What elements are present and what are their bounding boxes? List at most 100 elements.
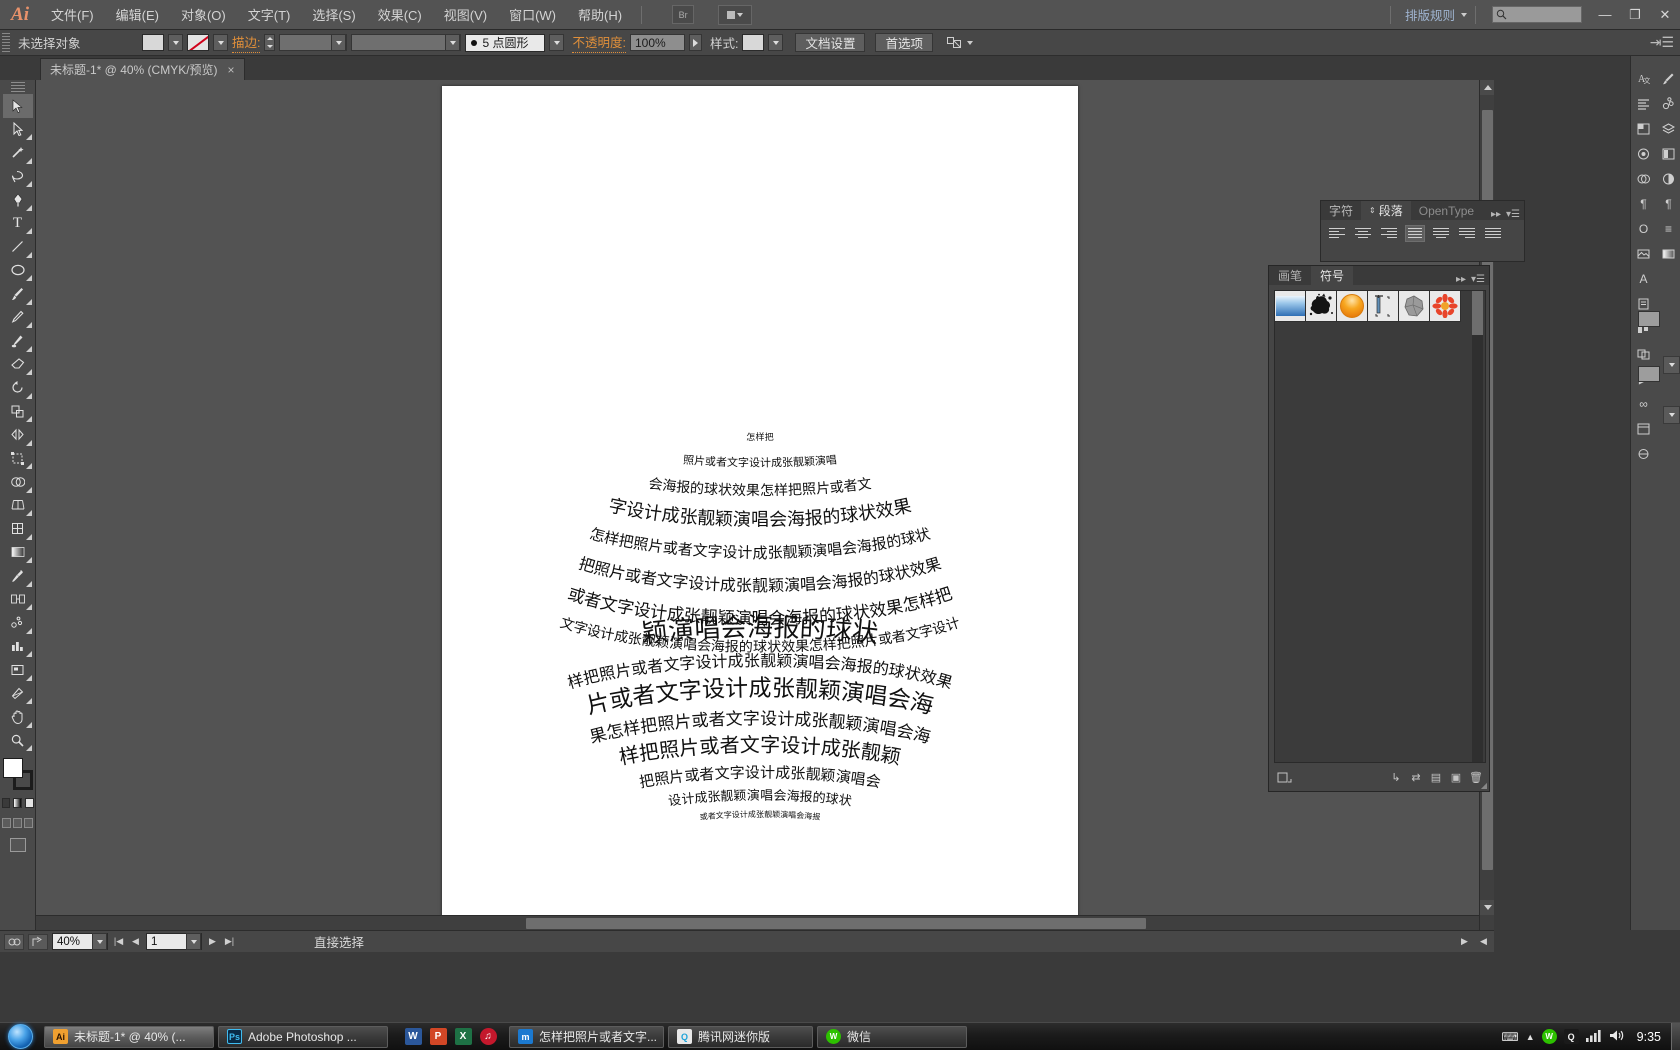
transparency-panel-icon[interactable]	[1631, 166, 1656, 191]
symbols-panel-scrollbar[interactable]	[1472, 291, 1483, 762]
color-panel-icon[interactable]	[1656, 141, 1680, 166]
stroke-swatch[interactable]	[187, 34, 209, 51]
powerpoint-quick-launch[interactable]: P	[427, 1023, 449, 1050]
symbol-gray-rock[interactable]	[1399, 291, 1430, 322]
fill-swatch[interactable]	[142, 34, 164, 51]
pen-tool[interactable]	[3, 188, 33, 212]
align-left-button[interactable]	[1327, 225, 1347, 242]
horizontal-scroll-thumb[interactable]	[526, 918, 1146, 929]
document-tab[interactable]: 未标题-1* @ 40% (CMYK/预览) ×	[40, 58, 245, 80]
share-icon[interactable]	[28, 933, 48, 950]
dock-dropdown-b[interactable]	[1663, 406, 1680, 424]
control-bar-grip[interactable]	[2, 32, 10, 53]
show-hidden-icons-icon[interactable]: ▲	[1526, 1032, 1535, 1042]
document-setup-button[interactable]: 文档设置	[795, 33, 866, 52]
graphic-style-dropdown[interactable]	[768, 34, 784, 51]
close-button[interactable]: ✕	[1650, 0, 1680, 30]
system-clock[interactable]: 9:35	[1631, 1030, 1667, 1044]
brushes-panel-icon[interactable]	[1656, 66, 1680, 91]
network-signal-icon[interactable]	[1585, 1029, 1602, 1045]
pathfinder-panel-icon[interactable]	[1631, 341, 1656, 366]
draw-inside-button[interactable]	[24, 818, 34, 828]
align-right-button[interactable]	[1379, 225, 1399, 242]
show-desktop-button[interactable]	[1671, 1022, 1680, 1050]
links-panel-icon[interactable]	[1631, 241, 1656, 266]
kugou-quick-launch[interactable]: ♫	[477, 1023, 499, 1050]
symbols-panel[interactable]: 画笔 符号 ▸▸ ▾☰ ↳ ⇄ ▤ ▣ 🗑 ◢	[1268, 265, 1490, 792]
transform-flyout[interactable]	[946, 36, 973, 49]
type-tool[interactable]: T	[3, 212, 33, 236]
symbol-libraries-menu-icon[interactable]	[1274, 768, 1294, 786]
artboard-number-combo[interactable]: 1	[146, 933, 202, 950]
links-icon[interactable]: ∞	[1631, 391, 1656, 416]
graphic-styles-icon[interactable]: ¶	[1656, 191, 1680, 216]
opacity-input[interactable]: 100%	[629, 34, 685, 51]
artboard-tool[interactable]	[3, 658, 33, 682]
tab-brushes[interactable]: 画笔	[1269, 266, 1311, 285]
symbol-sprayer-tool[interactable]	[3, 611, 33, 635]
blob-brush-tool[interactable]	[3, 329, 33, 353]
start-button[interactable]	[0, 1023, 40, 1050]
status-flyout-left-icon[interactable]: ◀	[1477, 933, 1490, 950]
previous-artboard-button[interactable]: ◀	[129, 933, 142, 950]
tab-opentype[interactable]: OpenType	[1411, 201, 1482, 220]
stroke-dropdown-button[interactable]	[213, 34, 228, 51]
artboards-panel-icon[interactable]	[1631, 416, 1656, 441]
paragraph-panel[interactable]: 字符 ⇕ 段落 OpenType ▸▸ ▾☰	[1320, 200, 1525, 262]
dock-swatch-preview-a[interactable]	[1638, 311, 1660, 327]
tray-qq-icon[interactable]: Q	[1563, 1029, 1579, 1044]
shape-builder-tool[interactable]	[3, 470, 33, 494]
swatches-panel-icon[interactable]	[1631, 116, 1656, 141]
symbol-orange-sphere[interactable]	[1337, 291, 1368, 322]
symbol-red-flower[interactable]	[1430, 291, 1461, 322]
draw-behind-button[interactable]	[12, 818, 23, 828]
menu-help[interactable]: 帮助(H)	[567, 1, 633, 28]
gradient-button[interactable]	[13, 798, 22, 808]
ellipse-tool[interactable]	[3, 259, 33, 283]
search-input[interactable]	[1492, 6, 1582, 23]
control-bar-menu-button[interactable]: ⇥☰	[1650, 34, 1680, 51]
place-symbol-instance-icon[interactable]: ↳	[1386, 768, 1406, 786]
perspective-grid-tool[interactable]	[3, 494, 33, 518]
zoom-dropdown-button[interactable]	[92, 933, 107, 950]
graphic-style-swatch[interactable]	[742, 34, 765, 51]
tab-symbols[interactable]: 符号	[1311, 266, 1354, 285]
variable-width-profile-combo[interactable]	[351, 34, 462, 51]
symbol-sky-gradient[interactable]	[1275, 291, 1306, 322]
keyboard-layout-icon[interactable]: ⌨	[1501, 1030, 1518, 1044]
rotate-tool[interactable]	[3, 376, 33, 400]
width-tool[interactable]	[3, 423, 33, 447]
free-transform-tool[interactable]	[3, 447, 33, 471]
stroke-panel-icon[interactable]: ≡	[1656, 216, 1680, 241]
menu-effect[interactable]: 效果(C)	[367, 1, 433, 28]
taskbar-item-illustrator[interactable]: Ai 未标题-1* @ 40% (...	[44, 1025, 214, 1048]
workspace-switcher[interactable]: 排版规则	[1399, 5, 1461, 24]
dock-swatch-preview-b[interactable]	[1638, 366, 1660, 382]
eraser-tool[interactable]	[3, 353, 33, 377]
opentype-panel-icon[interactable]: ¶	[1631, 191, 1656, 216]
none-button[interactable]	[24, 798, 34, 808]
justify-all-button[interactable]	[1483, 225, 1503, 242]
stroke-weight-input[interactable]	[279, 34, 348, 51]
taskbar-item-photoshop[interactable]: Ps Adobe Photoshop ...	[218, 1025, 388, 1048]
zoom-level-combo[interactable]: 40%	[52, 933, 108, 950]
variable-width-dropdown[interactable]	[445, 34, 461, 51]
taskbar-item-browser[interactable]: m 怎样把照片或者文字...	[509, 1025, 664, 1048]
scroll-up-arrow-icon[interactable]	[1480, 80, 1494, 95]
spherical-text-artwork[interactable]: 怎样把 照片或者文字设计成张靓颖演唱 会海报的球状效果怎样把照片或者文 字设计成…	[530, 396, 990, 856]
magic-wand-tool[interactable]	[3, 141, 33, 165]
paragraph-panel-icon[interactable]	[1631, 91, 1656, 116]
scroll-down-arrow-icon[interactable]	[1480, 900, 1494, 915]
stroke-weight-label[interactable]: 描边:	[232, 32, 261, 53]
zoom-tool[interactable]	[3, 729, 33, 753]
volume-icon[interactable]	[1609, 1029, 1624, 1045]
opacity-flyout-button[interactable]	[688, 34, 702, 51]
mesh-tool[interactable]	[3, 517, 33, 541]
scale-tool[interactable]	[3, 400, 33, 424]
pencil-tool[interactable]	[3, 306, 33, 330]
column-graph-tool[interactable]	[3, 635, 33, 659]
menu-window[interactable]: 窗口(W)	[498, 1, 567, 28]
opacity-label[interactable]: 不透明度:	[572, 32, 626, 53]
collapse-icon[interactable]: ▸▸	[1456, 274, 1466, 285]
hand-tool[interactable]	[3, 705, 33, 729]
